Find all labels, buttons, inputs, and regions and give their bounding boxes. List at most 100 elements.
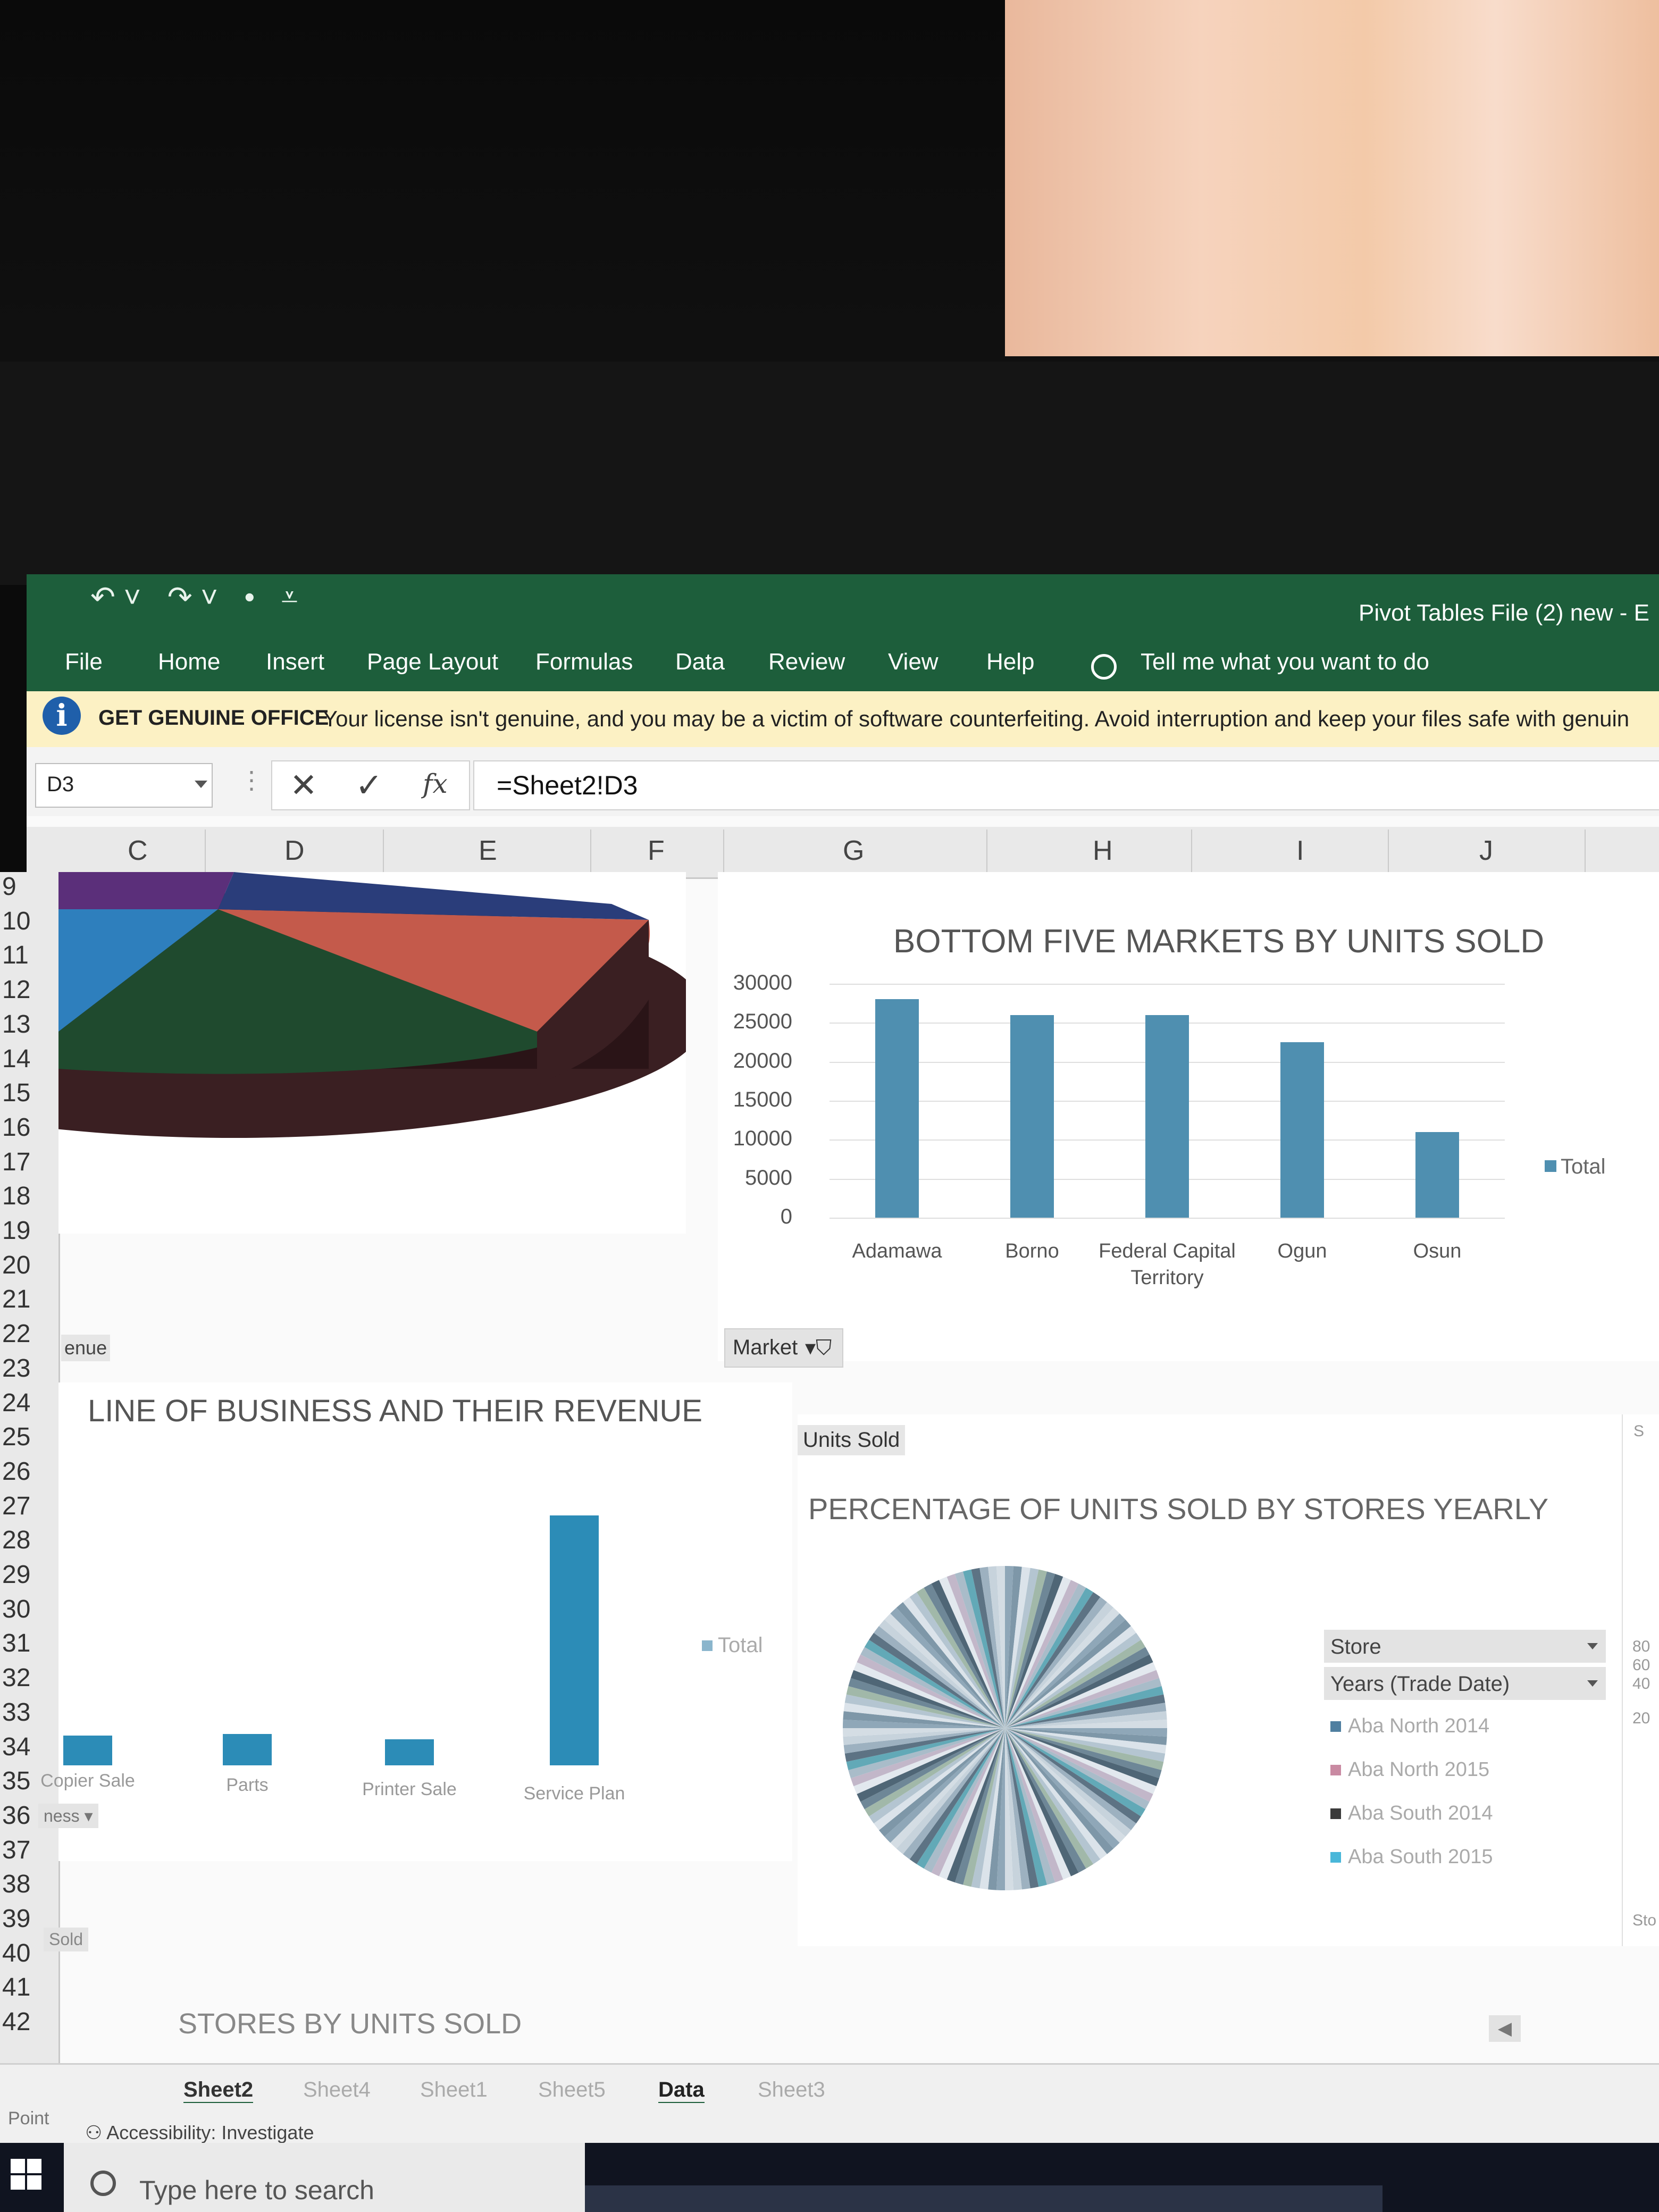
scroll-left-button[interactable]: ◀ <box>1489 2015 1521 2042</box>
tab-view[interactable]: View <box>888 649 939 675</box>
tab-insert[interactable]: Insert <box>266 649 324 675</box>
market-filter-button[interactable]: Market ▾⛉ <box>724 1328 843 1368</box>
name-box[interactable]: D3 <box>35 763 213 808</box>
bar[interactable] <box>1145 1015 1189 1218</box>
row-header[interactable]: 41 <box>0 1973 61 2002</box>
redo-icon[interactable]: ↷ ˅ <box>167 580 218 614</box>
enter-check-icon[interactable]: ✓ <box>355 766 383 805</box>
bar[interactable] <box>63 1735 112 1765</box>
bar[interactable] <box>875 999 919 1218</box>
row-header[interactable]: 10 <box>0 907 61 936</box>
column-header-h[interactable]: H <box>1093 835 1113 867</box>
row-header[interactable]: 25 <box>0 1422 61 1452</box>
bar[interactable] <box>550 1515 599 1765</box>
document-title: Pivot Tables File (2) new - E <box>1359 600 1649 626</box>
row-header[interactable]: 21 <box>0 1285 61 1314</box>
sheet-tab-sheet1[interactable]: Sheet1 <box>420 2078 488 2102</box>
search-icon <box>90 2171 116 2196</box>
column-header-e[interactable]: E <box>479 835 497 867</box>
row-header[interactable]: 26 <box>0 1457 61 1486</box>
insert-function-icon[interactable]: fx <box>423 768 448 799</box>
vertical-dots-icon[interactable]: ⋮ <box>239 766 264 794</box>
column-header-c[interactable]: C <box>128 835 148 867</box>
sheet-tab-sheet3[interactable]: Sheet3 <box>758 2078 825 2102</box>
column-header-f[interactable]: F <box>648 835 665 867</box>
bar[interactable] <box>1010 1015 1054 1218</box>
pie-slice-purple <box>58 872 234 909</box>
revenue-field-tag: enue <box>61 1335 111 1361</box>
row-header[interactable]: 29 <box>0 1560 61 1589</box>
gridline <box>830 1218 1505 1219</box>
chart-title: PERCENTAGE OF UNITS SOLD BY STORES YEARL… <box>808 1492 1549 1526</box>
row-header[interactable]: 33 <box>0 1698 61 1727</box>
years-filter-button[interactable]: Years (Trade Date) <box>1324 1667 1606 1700</box>
y-tick-label: 0 <box>780 1205 792 1228</box>
row-header[interactable]: 19 <box>0 1216 61 1245</box>
row-header[interactable]: 11 <box>0 941 61 970</box>
tab-data[interactable]: Data <box>675 649 725 675</box>
row-header[interactable]: 16 <box>0 1113 61 1142</box>
column-divider <box>383 830 384 876</box>
units-sold-field-tag: Sold <box>44 1928 89 1951</box>
row-header[interactable]: 38 <box>0 1870 61 1899</box>
tab-formulas[interactable]: Formulas <box>535 649 633 675</box>
pie-chart-top[interactable] <box>58 872 686 1234</box>
bar[interactable] <box>385 1739 434 1765</box>
sheet-tab-sheet5[interactable]: Sheet5 <box>538 2078 606 2102</box>
bar[interactable] <box>1280 1042 1324 1218</box>
legend-entry: Total <box>718 1633 763 1657</box>
message-title: GET GENUINE OFFICE <box>98 706 329 730</box>
row-header[interactable]: 28 <box>0 1526 61 1555</box>
row-header[interactable]: 42 <box>0 2007 61 2037</box>
column-divider <box>1585 830 1586 876</box>
row-header[interactable]: 20 <box>0 1251 61 1280</box>
row-header[interactable]: 17 <box>0 1147 61 1177</box>
cancel-icon[interactable]: ✕ <box>290 766 317 805</box>
row-header[interactable]: 32 <box>0 1663 61 1692</box>
row-header[interactable]: 12 <box>0 975 61 1004</box>
offscreen-chart-edge: 80 60 40 20 S Sto <box>1622 1414 1659 1946</box>
legend-swatch <box>1330 1721 1341 1732</box>
monitor-bezel <box>0 362 1659 585</box>
autosave-dot-icon[interactable]: • <box>245 580 255 614</box>
column-header-g[interactable]: G <box>843 835 864 867</box>
bar[interactable] <box>223 1734 272 1765</box>
accessibility-status[interactable]: ⚇ Accessibility: Investigate <box>85 2122 314 2144</box>
x-category-label: Copier Sale <box>40 1771 135 1791</box>
row-header[interactable]: 13 <box>0 1010 61 1039</box>
column-header-j[interactable]: J <box>1479 835 1493 867</box>
tab-review[interactable]: Review <box>768 649 845 675</box>
row-header[interactable]: 27 <box>0 1492 61 1521</box>
tab-page-layout[interactable]: Page Layout <box>367 649 498 675</box>
row-header[interactable]: 23 <box>0 1354 61 1383</box>
tab-help[interactable]: Help <box>986 649 1035 675</box>
column-header-d[interactable]: D <box>284 835 305 867</box>
row-header[interactable]: 34 <box>0 1732 61 1762</box>
sheet-tab-sheet2[interactable]: Sheet2 <box>183 2078 254 2105</box>
chevron-down-icon[interactable] <box>195 781 207 788</box>
tell-me-search[interactable]: Tell me what you want to do <box>1090 649 1429 675</box>
row-header[interactable]: 37 <box>0 1836 61 1865</box>
row-header[interactable]: 31 <box>0 1629 61 1658</box>
row-header[interactable]: 18 <box>0 1182 61 1211</box>
row-header[interactable]: 14 <box>0 1044 61 1074</box>
store-filter-button[interactable]: Store <box>1324 1630 1606 1663</box>
row-header[interactable]: 30 <box>0 1595 61 1624</box>
x-category-label: Ogun <box>1277 1240 1327 1262</box>
customize-qat-icon[interactable]: ⩡ <box>281 580 298 614</box>
bar[interactable] <box>1415 1132 1459 1218</box>
column-header-i[interactable]: I <box>1296 835 1304 867</box>
row-header[interactable]: 15 <box>0 1078 61 1108</box>
sheet-tab-sheet4[interactable]: Sheet4 <box>303 2078 371 2102</box>
tab-home[interactable]: Home <box>158 649 220 675</box>
undo-icon[interactable]: ↶ ˅ <box>90 580 141 614</box>
row-header[interactable]: 9 <box>0 872 61 901</box>
tab-file[interactable]: File <box>65 649 103 675</box>
row-header[interactable]: 24 <box>0 1388 61 1418</box>
business-filter-button[interactable]: ness ▾ <box>38 1804 98 1828</box>
background-curtain <box>1005 0 1659 356</box>
row-header[interactable]: 22 <box>0 1319 61 1348</box>
sheet-tab-data[interactable]: Data <box>658 2078 705 2105</box>
windows-start-icon[interactable] <box>11 2159 43 2191</box>
formula-input[interactable]: =Sheet2!D3 <box>473 760 1659 810</box>
